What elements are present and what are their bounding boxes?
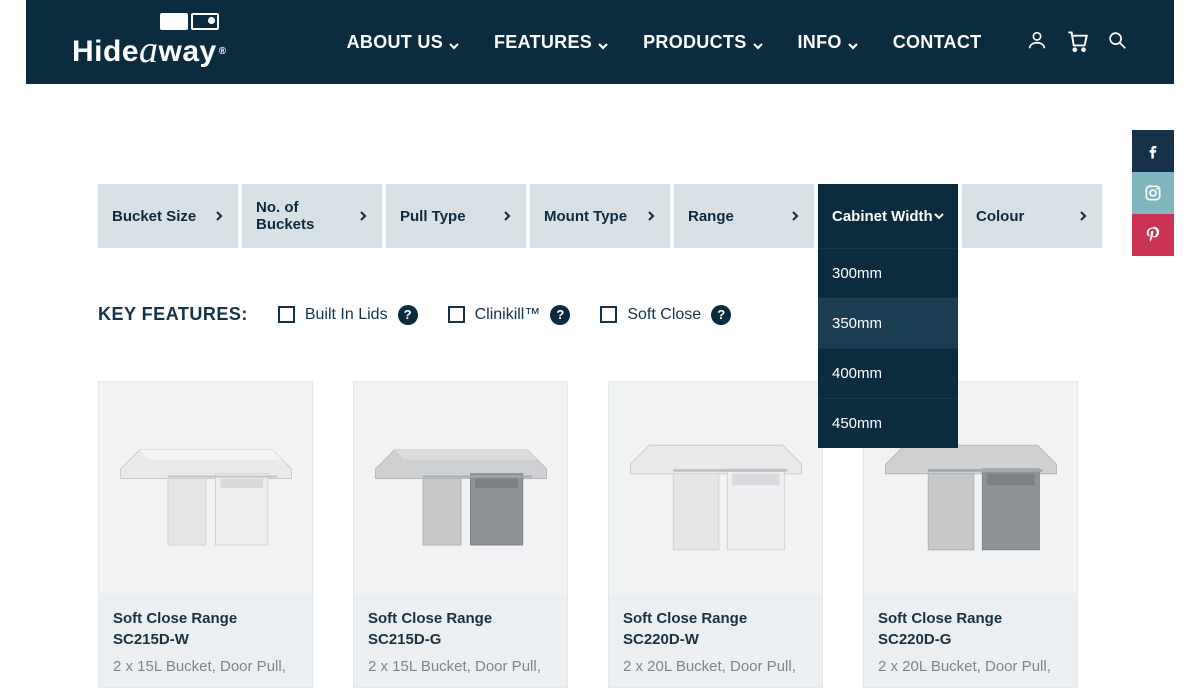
filter-range[interactable]: Range [674,184,814,248]
product-image [99,382,312,594]
main-nav: ABOUT US FEATURES PRODUCTS INFO CONTACT [347,32,982,53]
product-title: Soft Close Range SC220D-G [878,608,1063,650]
nav-about-us[interactable]: ABOUT US [347,32,460,53]
product-image [609,382,822,594]
checkbox-clinikill[interactable] [448,306,465,323]
nav-label: INFO [798,32,842,53]
product-card[interactable]: Soft Close Range SC215D-W 2 x 15L Bucket… [98,381,313,688]
key-feature-clinikill: Clinikill™ ? [448,305,571,325]
filter-label: Range [688,208,734,225]
product-desc: 2 x 15L Bucket, Door Pull, [368,656,553,677]
nav-label: FEATURES [494,32,592,53]
help-icon[interactable]: ? [550,305,570,325]
product-image [354,382,567,594]
checkbox-built-in-lids[interactable] [278,306,295,323]
product-title: Soft Close Range SC215D-G [368,608,553,650]
instagram-icon[interactable] [1132,172,1174,214]
chevron-right-icon [1078,208,1088,225]
facebook-icon[interactable] [1132,130,1174,172]
checkbox-soft-close[interactable] [600,306,617,323]
product-desc: 2 x 15L Bucket, Door Pull, [113,656,298,677]
nav-features[interactable]: FEATURES [494,32,609,53]
cabinet-width-option-350[interactable]: 350mm [818,298,958,348]
chevron-down-icon [847,36,859,48]
main-header: Hideaway® ABOUT US FEATURES PRODUCTS INF… [26,0,1174,84]
chevron-down-icon [448,36,460,48]
filter-label: Mount Type [544,208,627,225]
chevron-down-icon [597,36,609,48]
cabinet-width-option-400[interactable]: 400mm [818,348,958,398]
help-icon[interactable]: ? [398,305,418,325]
key-features-title: KEY FEATURES: [98,304,248,325]
cabinet-width-option-300[interactable]: 300mm [818,248,958,298]
filter-label: Pull Type [400,208,466,225]
nav-info[interactable]: INFO [798,32,859,53]
filter-pull-type[interactable]: Pull Type [386,184,526,248]
chevron-right-icon [790,208,800,225]
pinterest-icon[interactable] [1132,214,1174,256]
chevron-right-icon [502,208,512,225]
product-card[interactable]: Soft Close Range SC215D-G 2 x 15L Bucket… [353,381,568,688]
brand-logo[interactable]: Hideaway® [72,13,227,72]
chevron-right-icon [358,208,368,225]
key-feature-label: Built In Lids [305,306,388,324]
cabinet-width-dropdown: 300mm 350mm 400mm 450mm [818,248,958,448]
cart-icon[interactable] [1064,27,1090,58]
filter-mount-type[interactable]: Mount Type [530,184,670,248]
nav-label: ABOUT US [347,32,443,53]
social-rail [1132,130,1174,256]
key-feature-soft-close: Soft Close ? [600,305,731,325]
help-icon[interactable]: ? [711,305,731,325]
filter-bucket-size[interactable]: Bucket Size [98,184,238,248]
key-feature-built-in-lids: Built In Lids ? [278,305,418,325]
key-feature-label: Clinikill™ [475,306,541,324]
chevron-right-icon [214,208,224,225]
filter-cabinet-width[interactable]: Cabinet Width 300mm 350mm 400mm 450mm [818,184,958,248]
filter-colour[interactable]: Colour [962,184,1102,248]
nav-contact[interactable]: CONTACT [893,32,982,53]
account-icon[interactable] [1026,29,1048,56]
filter-label: Colour [976,208,1024,225]
product-title: Soft Close Range SC215D-W [113,608,298,650]
filter-label: Cabinet Width [832,208,933,225]
filter-bar: Bucket Size No. of Buckets Pull Type Mou… [98,184,1102,248]
nav-products[interactable]: PRODUCTS [643,32,763,53]
nav-label: PRODUCTS [643,32,746,53]
filter-no-of-buckets[interactable]: No. of Buckets [242,184,382,248]
product-card[interactable]: Soft Close Range SC220D-W 2 x 20L Bucket… [608,381,823,688]
filter-label: Bucket Size [112,208,196,225]
product-desc: 2 x 20L Bucket, Door Pull, [623,656,808,677]
nav-label: CONTACT [893,32,982,53]
chevron-down-icon [752,36,764,48]
product-title: Soft Close Range SC220D-W [623,608,808,650]
cabinet-width-option-450[interactable]: 450mm [818,398,958,448]
key-feature-label: Soft Close [627,306,701,324]
filter-label: No. of Buckets [256,199,358,233]
product-desc: 2 x 20L Bucket, Door Pull, [878,656,1063,677]
chevron-down-icon [934,208,944,225]
search-icon[interactable] [1106,29,1128,56]
chevron-right-icon [646,208,656,225]
